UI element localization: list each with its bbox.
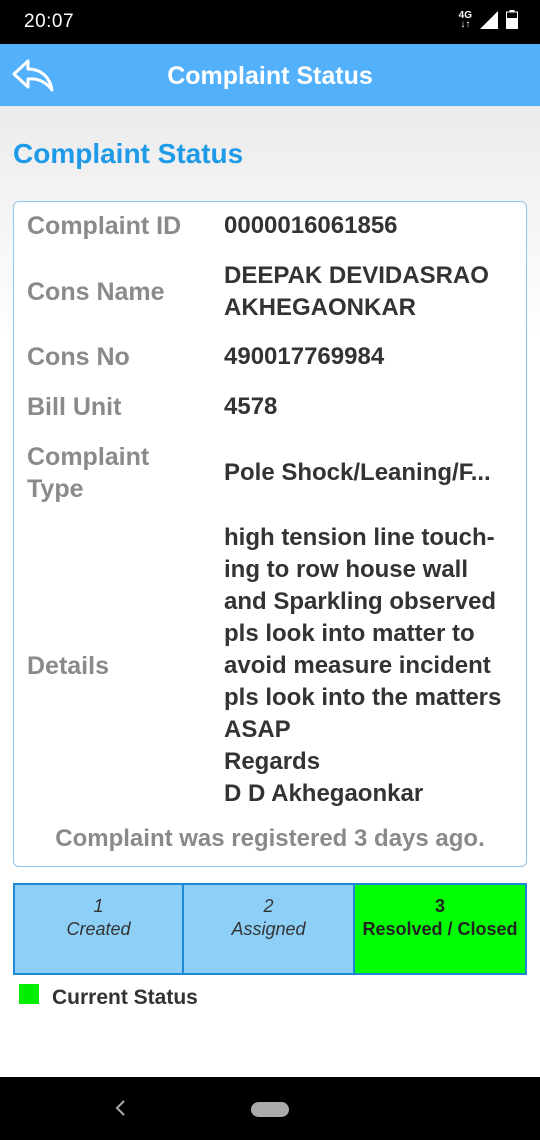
complaint-details-card: Complaint ID 0000016061856 Cons Name DEE… (13, 201, 527, 867)
system-nav-bar (0, 1077, 540, 1140)
registered-note: Complaint was registered 3 days ago. (55, 825, 485, 852)
current-status-swatch (19, 984, 39, 1004)
status-steps: 1 Created 2 Assigned 3 Resolved / Closed (13, 883, 527, 975)
step-number: 1 (93, 896, 104, 916)
battery-icon (506, 10, 518, 29)
app-bar: Complaint Status (0, 44, 540, 106)
complaint-type-label: Complaint Type (27, 443, 150, 503)
bill-unit-label: Bill Unit (27, 393, 122, 421)
status-icons: 4G ↓↑ (459, 10, 518, 29)
nav-home-pill[interactable] (251, 1102, 289, 1117)
step-assigned: 2 Assigned (184, 883, 355, 975)
cons-no-value: 490017769984 (224, 343, 385, 370)
step-number: 2 (263, 896, 274, 916)
step-number: 3 (434, 896, 445, 916)
step-label: Resolved / Closed (362, 919, 518, 939)
nav-back-icon[interactable] (114, 1099, 126, 1117)
app-bar-title: Complaint Status (167, 62, 373, 90)
status-bar: 20:07 4G ↓↑ (0, 0, 540, 44)
step-resolved-closed: 3 Resolved / Closed (355, 883, 527, 975)
step-label: Assigned (231, 919, 306, 939)
cons-name-value: DEEPAK DEVIDASRAO AKHEGAONKAR (224, 262, 489, 321)
complaint-type-value: Pole Shock/Leaning/F... (224, 459, 491, 486)
step-created: 1 Created (13, 883, 184, 975)
details-value: high tension line touch- ing to row hous… (224, 524, 502, 807)
step-label: Created (66, 919, 131, 939)
cons-name-label: Cons Name (27, 278, 165, 306)
complaint-id-value: 0000016061856 (224, 212, 398, 239)
signal-icon (480, 10, 498, 29)
network-indicator: 4G ↓↑ (459, 10, 472, 30)
status-time: 20:07 (24, 11, 75, 32)
details-label: Details (27, 652, 109, 680)
page-title: Complaint Status (13, 138, 244, 169)
status-legend: Current Status (19, 984, 198, 1010)
data-arrows-icon: ↓↑ (460, 18, 471, 30)
legend-label: Current Status (52, 986, 198, 1009)
main-content: Complaint Status Complaint ID 0000016061… (0, 106, 540, 1077)
complaint-id-label: Complaint ID (27, 212, 182, 240)
cons-no-label: Cons No (27, 343, 130, 371)
bill-unit-value: 4578 (224, 393, 278, 420)
